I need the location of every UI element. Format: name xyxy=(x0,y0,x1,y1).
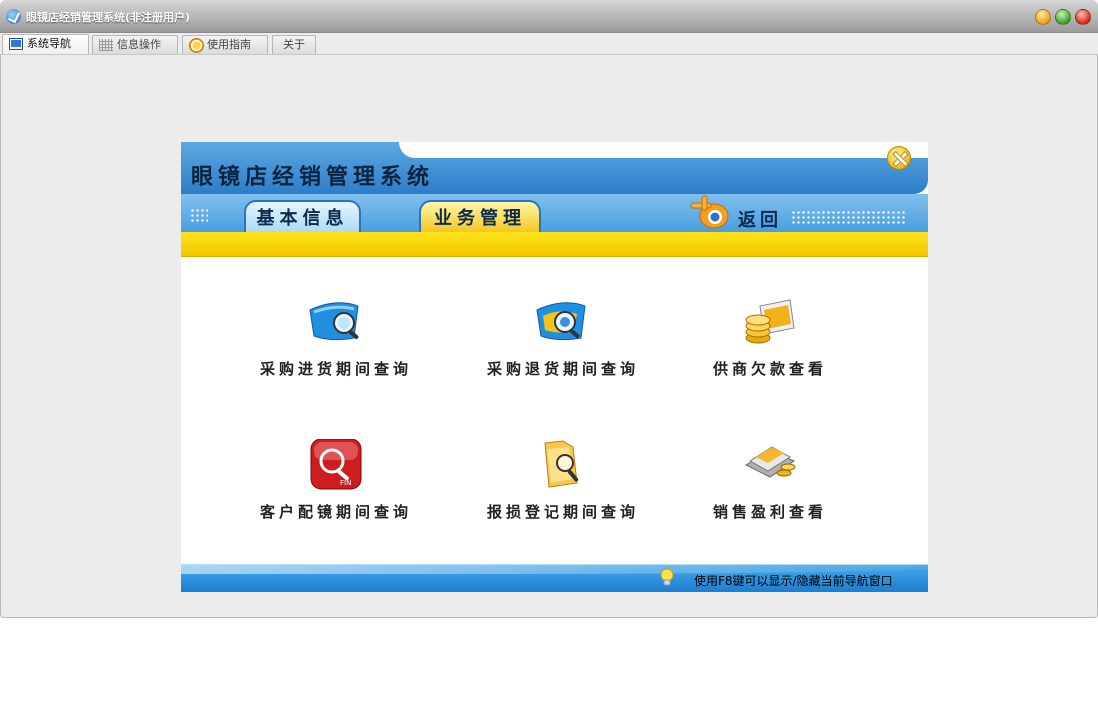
tab-label: 系统导航 xyxy=(27,37,71,50)
purchase-return-query-item[interactable]: 采购退货期间查询 xyxy=(478,296,648,386)
tab-label: 关于 xyxy=(283,38,305,51)
yellow-strip xyxy=(181,232,928,257)
dots-decoration xyxy=(791,210,906,224)
close-panel-icon[interactable] xyxy=(887,146,911,170)
tab-info-operation[interactable]: 信息操作 xyxy=(92,35,178,54)
supplier-debt-view-item[interactable]: 供商欠款查看 xyxy=(685,296,855,386)
tab-business-management[interactable]: 业务管理 xyxy=(419,200,541,234)
item-label: 报损登记期间查询 xyxy=(486,503,639,521)
tab-basic-info[interactable]: 基本信息 xyxy=(244,200,361,234)
customer-glasses-query-item[interactable]: FIN 客户配镜期间查询 xyxy=(251,439,421,529)
dots-decoration xyxy=(190,208,208,222)
maximize-button[interactable] xyxy=(1055,9,1071,25)
lightbulb-icon xyxy=(660,568,674,586)
tab-user-guide[interactable]: 使用指南 xyxy=(182,35,268,54)
item-label: 供商欠款查看 xyxy=(712,360,827,378)
app-window: 眼镜店经销管理系统(非注册用户) 系统导航 信息操作 使用指南 关于 眼镜店经销… xyxy=(0,0,1098,618)
search-return-icon xyxy=(536,302,586,341)
sales-profit-view-item[interactable]: 销售盈利查看 xyxy=(685,439,855,529)
search-folder-icon xyxy=(309,302,359,341)
system-title: 眼镜店经销管理系统 xyxy=(191,165,435,190)
back-hand-icon xyxy=(690,195,729,229)
tab-about[interactable]: 关于 xyxy=(272,35,316,54)
app-logo-icon xyxy=(6,9,21,24)
svg-text:FIN: FIN xyxy=(340,479,351,487)
loss-register-query-item[interactable]: 报损登记期间查询 xyxy=(478,439,648,529)
coins-icon xyxy=(745,299,795,344)
close-window-button[interactable] xyxy=(1075,9,1091,25)
item-label: 采购退货期间查询 xyxy=(486,360,639,378)
tab-label: 使用指南 xyxy=(207,38,251,51)
help-icon xyxy=(189,38,204,53)
main-tab-bar: 系统导航 信息操作 使用指南 关于 xyxy=(0,33,1098,55)
tab-label: 信息操作 xyxy=(117,38,161,51)
tab-system-navigation[interactable]: 系统导航 xyxy=(2,34,89,54)
window-title: 眼镜店经销管理系统(非注册用户) xyxy=(26,11,191,24)
purchase-in-query-item[interactable]: 采购进货期间查询 xyxy=(251,296,421,386)
item-label: 销售盈利查看 xyxy=(712,503,827,521)
money-icon xyxy=(744,446,796,478)
back-button[interactable]: 返回 xyxy=(688,194,786,232)
panel-footer: 使用F8键可以显示/隐藏当前导航窗口 xyxy=(181,564,928,592)
item-label: 客户配镜期间查询 xyxy=(259,503,412,521)
navigation-panel: 眼镜店经销管理系统 基本信息 业务管理 返回 采购进货期间查询 采购退货期间查询… xyxy=(181,142,928,592)
title-bar[interactable]: 眼镜店经销管理系统(非注册用户) xyxy=(0,0,1098,33)
header-notch xyxy=(399,142,928,158)
back-label: 返回 xyxy=(738,210,782,231)
grid-icon xyxy=(99,39,113,51)
minimize-button[interactable] xyxy=(1035,9,1051,25)
folder-search-icon xyxy=(544,440,579,488)
monitor-icon xyxy=(9,38,23,50)
find-icon: FIN xyxy=(310,439,362,490)
footer-tip: 使用F8键可以显示/隐藏当前导航窗口 xyxy=(694,574,893,588)
item-label: 采购进货期间查询 xyxy=(259,360,412,378)
